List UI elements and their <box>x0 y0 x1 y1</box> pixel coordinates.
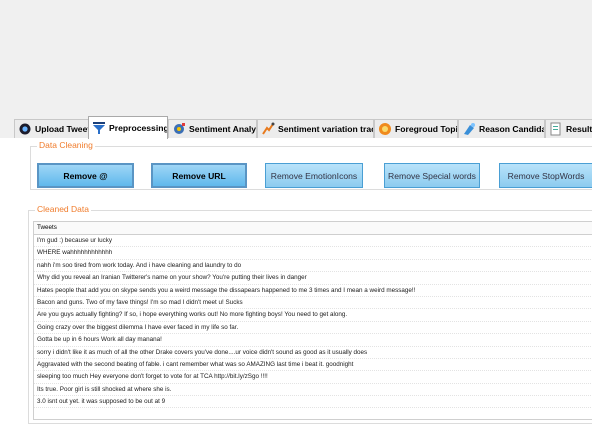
table-row[interactable]: Why did you reveal an Iranian Twitterer'… <box>34 272 592 285</box>
table-row[interactable]: Its true. Poor girl is still shocked at … <box>34 384 592 397</box>
tab-preprocessing[interactable]: Preprocessing <box>88 116 168 139</box>
preprocessing-icon <box>93 122 105 134</box>
table-row[interactable]: WHERE wahhhhhhhhhhhh <box>34 247 592 260</box>
table-row[interactable]: Aggravated with the second beating of fa… <box>34 359 592 372</box>
window-top-area <box>0 0 592 116</box>
tab-upload-tweet[interactable]: Upload Tweet <box>14 119 89 138</box>
remove-special-words-button[interactable]: Remove Special words <box>384 163 480 188</box>
tab-foreground-topic[interactable]: Foregroud Topic <box>374 119 458 138</box>
table-row[interactable]: sorry i didn't like it as much of all th… <box>34 347 592 359</box>
tab-reason-candidate[interactable]: Reason Candidate <box>458 119 545 138</box>
table-row[interactable]: nahh i'm soo tired from work today. And … <box>34 260 592 273</box>
remove-at-button[interactable]: Remove @ <box>37 163 134 188</box>
remove-url-button[interactable]: Remove URL <box>151 163 247 188</box>
table-row[interactable]: Bacon and guns. Two of my fave things! I… <box>34 297 592 310</box>
tab-label: Reason Candidate <box>479 124 544 134</box>
table-row[interactable]: sleeping too much Hey everyone don't for… <box>34 371 592 384</box>
table-row[interactable]: Gotta be up in 6 hours Work all day mana… <box>34 334 592 347</box>
table-row[interactable]: 3.0 isnt out yet. it was supposed to be … <box>34 396 592 409</box>
tab-label: Sentiment variation tracking <box>278 124 373 134</box>
remove-emotion-icons-button[interactable]: Remove EmotionIcons <box>265 163 363 188</box>
tab-label: Sentiment Analysis <box>189 124 257 134</box>
table-row[interactable]: Are you guys actually fighting? If so, i… <box>34 309 592 322</box>
table-row[interactable]: Hates people that add you on skype sends… <box>34 285 592 297</box>
remove-stopwords-button[interactable]: Remove StopWords <box>499 163 592 188</box>
table-row[interactable]: Going crazy over the biggest dilemma I h… <box>34 322 592 335</box>
cleaned-data-grid[interactable]: Tweets I'm gud :) because ur lucky WHERE… <box>33 221 592 420</box>
data-cleaning-title: Data Cleaning <box>37 140 95 150</box>
tab-label: Foregroud Topic <box>395 124 458 134</box>
tab-sentiment-variation-tracking[interactable]: Sentiment variation tracking <box>257 119 374 138</box>
cleaned-data-title: Cleaned Data <box>35 204 91 214</box>
tweets-column-header[interactable]: Tweets <box>34 222 592 235</box>
analysis-icon <box>174 123 185 134</box>
tab-label: Preprocessing <box>109 123 168 133</box>
topic-icon <box>379 123 391 135</box>
tab-sentiment-analysis[interactable]: Sentiment Analysis <box>168 119 257 138</box>
tracking-icon <box>262 122 275 135</box>
result-icon <box>550 122 561 136</box>
tab-result[interactable]: Result <box>545 119 592 138</box>
tab-label: Upload Tweet <box>35 124 89 134</box>
tab-bar: Upload Tweet Preprocessing Sentiment Ana… <box>0 116 592 139</box>
upload-icon <box>19 123 31 135</box>
candidate-icon <box>464 123 475 135</box>
table-row[interactable]: I'm gud :) because ur lucky <box>34 235 592 248</box>
tab-label: Result <box>566 124 592 134</box>
